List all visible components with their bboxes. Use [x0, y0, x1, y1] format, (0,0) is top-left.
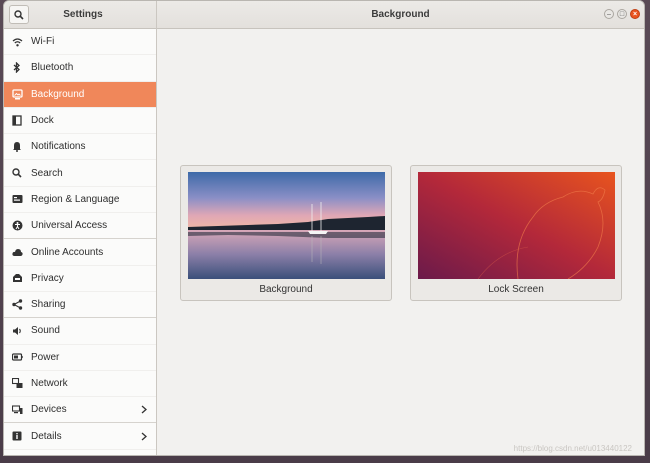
sidebar-item-label: Devices	[31, 404, 67, 416]
sidebar-item-universal-access[interactable]: Universal Access	[4, 213, 156, 240]
sidebar-item-power[interactable]: Power	[4, 345, 156, 371]
sidebar: Wi-Fi Bluetooth Background Dock Notifica…	[4, 29, 157, 455]
sidebar-item-label: Notifications	[31, 141, 86, 153]
sidebar-item-label: Online Accounts	[31, 246, 104, 258]
chevron-right-icon	[141, 423, 147, 448]
info-icon	[11, 430, 23, 442]
sidebar-item-label: Details	[31, 430, 62, 442]
sidebar-header: Settings	[4, 1, 157, 29]
sidebar-item-label: Region & Language	[31, 193, 120, 205]
sidebar-item-label: Network	[31, 378, 68, 389]
cloud-icon	[11, 246, 23, 258]
watermark: https://blog.csdn.net/u013440122	[513, 444, 632, 453]
lock-screen-card[interactable]: Lock Screen	[410, 165, 622, 301]
sidebar-item-notifications[interactable]: Notifications	[4, 134, 156, 161]
sidebar-item-details[interactable]: Details	[4, 423, 156, 450]
search-button[interactable]	[9, 5, 29, 24]
sidebar-item-bluetooth[interactable]: Bluetooth	[4, 55, 156, 82]
share-icon	[11, 299, 23, 311]
sidebar-item-label: Search	[31, 167, 63, 179]
sidebar-item-label: Privacy	[31, 272, 64, 284]
region-icon	[11, 193, 23, 205]
power-icon	[11, 351, 23, 363]
privacy-icon	[11, 272, 23, 284]
wifi-icon	[11, 36, 23, 48]
bluetooth-icon	[11, 62, 23, 74]
sidebar-title: Settings	[63, 9, 103, 20]
title-bar: Settings Background – □ ×	[4, 1, 644, 29]
sidebar-item-label: Wi-Fi	[31, 36, 55, 48]
minimize-button[interactable]: –	[604, 9, 614, 19]
window-controls: – □ ×	[604, 9, 640, 19]
sidebar-item-sharing[interactable]: Sharing	[4, 292, 156, 319]
sidebar-item-privacy[interactable]: Privacy	[4, 266, 156, 292]
sidebar-item-network[interactable]: Network	[4, 371, 156, 398]
sidebar-item-label: Sound	[31, 325, 60, 337]
bell-icon	[11, 141, 23, 153]
background-icon	[11, 88, 23, 100]
sidebar-item-label: Dock	[31, 115, 54, 127]
dock-icon	[11, 115, 23, 127]
sidebar-item-label: Power	[31, 351, 60, 363]
close-icon: ×	[632, 10, 638, 18]
sidebar-item-label: Bluetooth	[31, 62, 74, 74]
sidebar-item-sound[interactable]: Sound	[4, 318, 156, 345]
sidebar-item-wifi[interactable]: Wi-Fi	[4, 29, 156, 56]
lock-screen-thumbnail[interactable]	[418, 172, 615, 279]
speaker-icon	[11, 325, 23, 337]
sidebar-item-devices[interactable]: Devices	[4, 397, 156, 424]
maximize-icon: □	[619, 10, 625, 18]
network-icon	[11, 378, 23, 390]
sidebar-item-online-accounts[interactable]: Online Accounts	[4, 239, 156, 266]
background-card[interactable]: Background	[180, 165, 392, 301]
lock-screen-card-label: Lock Screen	[488, 284, 544, 295]
search-icon	[11, 167, 23, 179]
settings-window: Settings Background – □ × Wi-Fi Bluetoot…	[3, 0, 645, 456]
chevron-right-icon	[141, 397, 147, 422]
main-content: Background Lock Screen https://blog.csdn…	[157, 29, 644, 455]
sidebar-item-region-language[interactable]: Region & Language	[4, 187, 156, 214]
sidebar-item-label: Sharing	[31, 299, 66, 311]
maximize-button[interactable]: □	[617, 9, 627, 19]
devices-icon	[11, 404, 23, 416]
minimize-icon: –	[607, 10, 611, 18]
close-button[interactable]: ×	[630, 9, 640, 19]
search-icon	[14, 9, 24, 20]
accessibility-icon	[11, 220, 23, 232]
sidebar-item-dock[interactable]: Dock	[4, 108, 156, 135]
page-title: Background	[371, 9, 430, 20]
sidebar-item-label: Universal Access	[31, 220, 108, 232]
sidebar-item-background[interactable]: Background	[4, 81, 156, 108]
background-thumbnail[interactable]	[188, 172, 385, 279]
background-card-label: Background	[259, 284, 313, 295]
sidebar-item-label: Background	[31, 88, 85, 100]
sidebar-item-search[interactable]: Search	[4, 160, 156, 187]
